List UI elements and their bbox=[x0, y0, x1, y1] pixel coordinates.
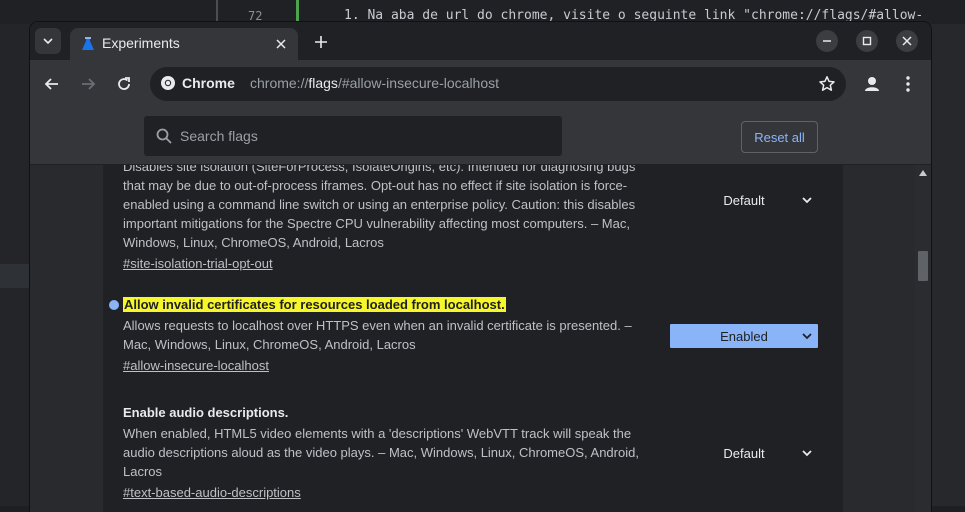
modified-indicator bbox=[109, 300, 119, 310]
tab-search-button[interactable] bbox=[35, 28, 61, 54]
reset-all-button[interactable]: Reset all bbox=[741, 121, 818, 153]
minimize-icon bbox=[823, 40, 831, 42]
tab-experiments[interactable]: Experiments bbox=[70, 28, 298, 60]
experiment-permalink[interactable]: #site-isolation-trial-opt-out bbox=[123, 256, 273, 271]
flask-icon bbox=[82, 37, 94, 50]
experiment-description: Allows requests to localhost over HTTPS … bbox=[123, 318, 632, 352]
reload-icon bbox=[118, 77, 130, 90]
editor-sidebar-highlight bbox=[0, 264, 30, 288]
address-bar[interactable]: Chrome chrome://flags/#allow-insecure-lo… bbox=[150, 67, 846, 101]
site-info-label: Chrome bbox=[182, 75, 235, 91]
page-scrollbar[interactable] bbox=[915, 165, 931, 512]
tab-close-button[interactable] bbox=[272, 35, 290, 53]
experiment-item: Enable audio descriptions. When enabled,… bbox=[123, 404, 653, 502]
close-icon bbox=[902, 36, 912, 46]
reload-button[interactable] bbox=[112, 72, 136, 96]
forward-button[interactable] bbox=[76, 72, 100, 96]
arrow-right-icon bbox=[82, 78, 96, 90]
flags-page: Reset all Disables site isolation (SiteF… bbox=[30, 108, 931, 512]
tab-title: Experiments bbox=[102, 35, 180, 51]
search-icon bbox=[156, 128, 172, 144]
back-button[interactable] bbox=[40, 72, 64, 96]
experiment-select[interactable]: Default bbox=[669, 440, 819, 466]
editor-divider bbox=[216, 0, 218, 24]
editor-right-panel bbox=[931, 24, 965, 506]
chevron-down-icon bbox=[802, 197, 812, 204]
search-input[interactable] bbox=[180, 116, 550, 156]
search-box[interactable] bbox=[144, 116, 562, 156]
editor-line-number: 72 bbox=[248, 9, 263, 23]
arrow-left-icon bbox=[44, 78, 58, 90]
experiment-description-partial: Disables site isolation (SiteForProcess,… bbox=[123, 165, 636, 174]
select-value: Enabled bbox=[720, 328, 768, 344]
experiment-description: When enabled, HTML5 video elements with … bbox=[123, 426, 639, 479]
plus-icon bbox=[315, 36, 327, 48]
editor-change-marker bbox=[296, 0, 299, 24]
experiment-select[interactable]: Enabled bbox=[669, 323, 819, 349]
experiment-item: Disables site isolation (SiteForProcess,… bbox=[123, 165, 653, 273]
close-icon bbox=[276, 39, 286, 49]
chevron-down-icon bbox=[802, 333, 812, 340]
flags-header: Reset all bbox=[30, 108, 931, 165]
new-tab-button[interactable] bbox=[310, 31, 332, 53]
select-value: Default bbox=[723, 192, 765, 208]
more-vertical-icon bbox=[906, 76, 910, 92]
maximize-icon bbox=[862, 36, 872, 46]
site-info-chip[interactable]: Chrome bbox=[160, 75, 235, 91]
chrome-logo-icon bbox=[161, 76, 175, 90]
select-value: Default bbox=[723, 445, 765, 461]
profile-avatar-icon[interactable] bbox=[861, 73, 883, 95]
experiment-item-highlighted: Allow invalid certificates for resources… bbox=[123, 296, 653, 375]
url-host: flags bbox=[308, 75, 338, 91]
url-path: /#allow-insecure-localhost bbox=[337, 75, 500, 91]
bookmark-star-icon[interactable] bbox=[818, 75, 836, 93]
experiment-name: Allow invalid certificates for resources… bbox=[123, 297, 506, 312]
experiment-permalink[interactable]: #allow-insecure-localhost bbox=[123, 358, 269, 373]
experiment-description: that may be due to out-of-process iframe… bbox=[123, 178, 636, 250]
chevron-down-icon bbox=[43, 38, 53, 45]
browser-menu-button[interactable] bbox=[899, 73, 917, 95]
tab-strip: Experiments bbox=[30, 22, 931, 60]
url-scheme: chrome:// bbox=[250, 75, 309, 91]
minimize-button[interactable] bbox=[816, 30, 838, 52]
experiment-name: Enable audio descriptions. bbox=[123, 405, 289, 420]
maximize-button[interactable] bbox=[856, 30, 878, 52]
experiment-select[interactable]: Default bbox=[669, 187, 819, 213]
url-text[interactable]: chrome://flags/#allow-insecure-localhost bbox=[250, 75, 499, 91]
editor-code-line: 1. Na aba de url do chrome, visite o seg… bbox=[344, 8, 924, 23]
close-window-button[interactable] bbox=[896, 30, 918, 52]
scroll-up-arrow[interactable] bbox=[919, 170, 927, 176]
experiment-permalink[interactable]: #text-based-audio-descriptions bbox=[123, 485, 301, 500]
experiments-list: Disables site isolation (SiteForProcess,… bbox=[103, 165, 843, 512]
browser-window: Experiments Chrome chrome://flags/#allow… bbox=[30, 22, 931, 512]
scrollbar-thumb[interactable] bbox=[918, 251, 928, 281]
browser-toolbar: Chrome chrome://flags/#allow-insecure-lo… bbox=[30, 60, 931, 108]
chevron-down-icon bbox=[802, 450, 812, 457]
